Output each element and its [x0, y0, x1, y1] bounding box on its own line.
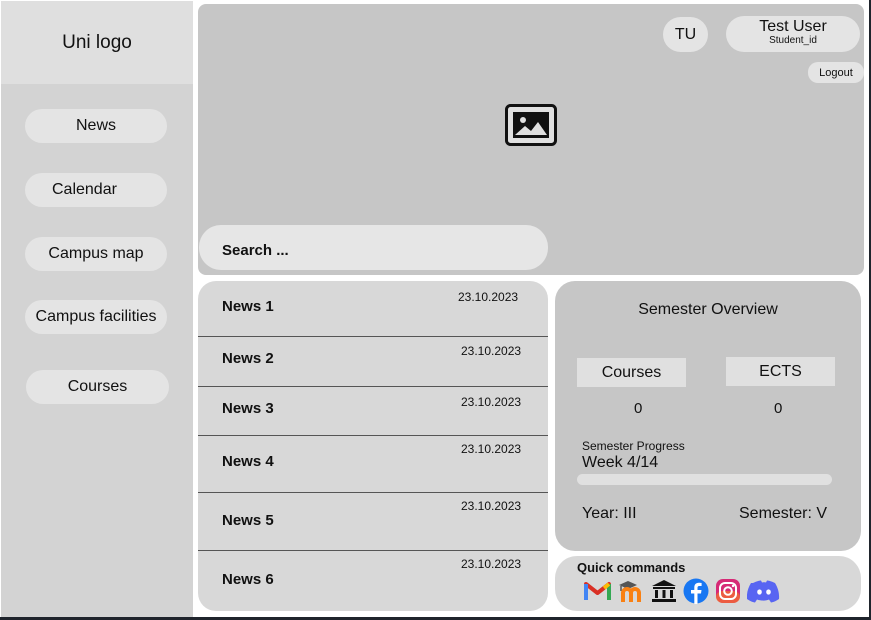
- uni-logo[interactable]: Uni logo: [1, 1, 193, 84]
- app-frame: Uni logo News Calendar Campus map Campus…: [0, 0, 869, 617]
- sidebar: Uni logo News Calendar Campus map Campus…: [1, 1, 193, 617]
- ects-label: ECTS: [726, 357, 835, 386]
- logout-button[interactable]: Logout: [808, 62, 864, 83]
- university-icon[interactable]: [651, 579, 677, 603]
- nav-courses-button[interactable]: Courses: [26, 370, 169, 404]
- news-title: News 6: [222, 571, 274, 588]
- news-item[interactable]: News 5 23.10.2023: [198, 493, 548, 551]
- gmail-icon[interactable]: [584, 580, 611, 602]
- news-date: 23.10.2023: [461, 499, 522, 513]
- news-item[interactable]: News 2 23.10.2023: [198, 336, 548, 387]
- nav-campus-facilities-button[interactable]: Campus facilities: [25, 300, 167, 334]
- user-name: Test User: [759, 18, 827, 35]
- user-id: Student_id: [769, 35, 817, 46]
- news-date: 23.10.2023: [461, 395, 522, 409]
- news-date: 23.10.2023: [461, 442, 522, 456]
- courses-value: 0: [634, 400, 643, 417]
- semester-progress-label: Semester Progress: [582, 439, 685, 453]
- facebook-icon[interactable]: [683, 578, 709, 604]
- courses-label: Courses: [577, 358, 686, 387]
- year-text: Year: III: [582, 505, 637, 522]
- quick-commands-icons: [584, 578, 781, 604]
- nav-calendar-button[interactable]: Calendar: [25, 173, 167, 207]
- semester-progress-bar: [577, 474, 832, 485]
- news-item[interactable]: News 6 23.10.2023: [198, 551, 548, 611]
- news-title: News 4: [222, 453, 274, 470]
- semester-text: Semester: V: [739, 505, 828, 522]
- user-avatar[interactable]: TU: [663, 17, 708, 52]
- nav-news-button[interactable]: News: [25, 109, 167, 143]
- news-item[interactable]: News 4 23.10.2023: [198, 436, 548, 493]
- semester-progress-week: Week 4/14: [582, 454, 659, 471]
- news-date: 23.10.2023: [458, 290, 519, 304]
- news-item[interactable]: News 1 23.10.2023: [198, 281, 548, 337]
- discord-icon[interactable]: [747, 579, 781, 603]
- search-input[interactable]: Search ...: [222, 242, 289, 259]
- image-icon: [505, 104, 557, 151]
- quick-commands: Quick commands: [555, 556, 861, 611]
- news-title: News 1: [222, 298, 274, 315]
- moodle-icon[interactable]: [617, 579, 645, 603]
- news-title: News 3: [222, 400, 274, 417]
- search-bar[interactable]: Search ...: [199, 225, 548, 270]
- user-profile-button[interactable]: Test User Student_id: [726, 16, 860, 52]
- instagram-icon[interactable]: [715, 578, 741, 604]
- news-title: News 2: [222, 350, 274, 367]
- news-item[interactable]: News 3 23.10.2023: [198, 387, 548, 436]
- quick-commands-title: Quick commands: [577, 560, 686, 575]
- news-date: 23.10.2023: [461, 557, 522, 571]
- news-date: 23.10.2023: [461, 344, 522, 358]
- semester-overview: Semester Overview Courses ECTS 0 0 Semes…: [555, 281, 861, 551]
- ects-value: 0: [774, 400, 783, 417]
- semester-overview-title: Semester Overview: [638, 301, 778, 318]
- news-list: News 1 23.10.2023 News 2 23.10.2023 News…: [198, 281, 548, 611]
- nav-campus-map-button[interactable]: Campus map: [25, 237, 167, 271]
- news-title: News 5: [222, 512, 274, 529]
